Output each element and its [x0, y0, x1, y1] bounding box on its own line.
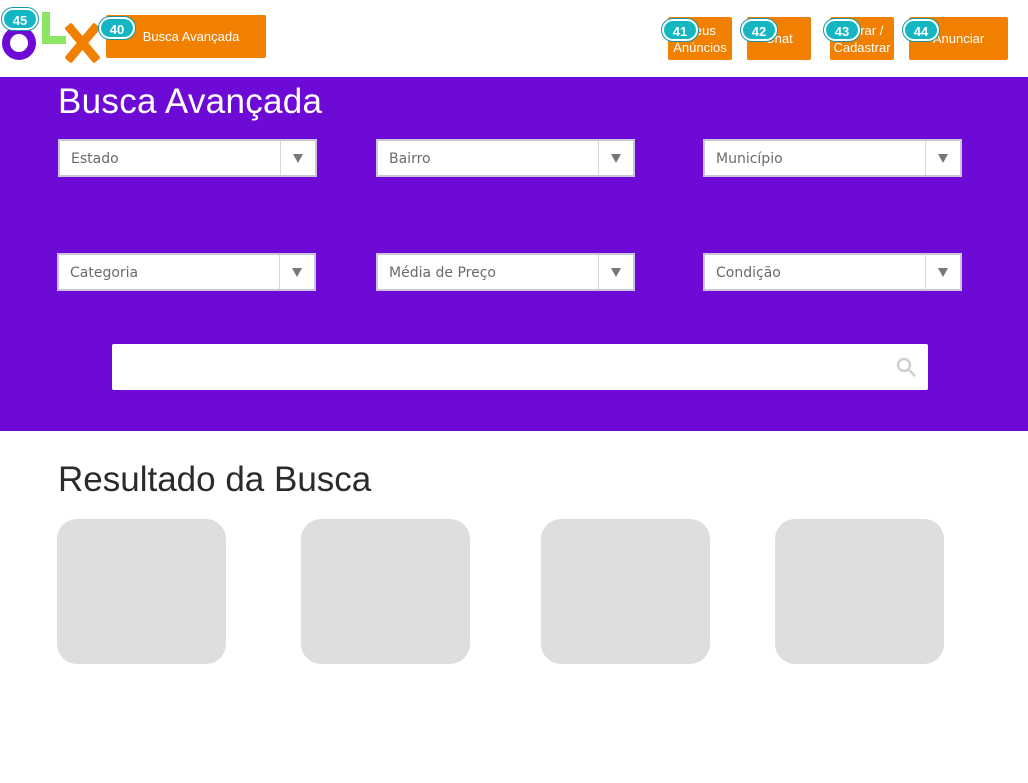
categoria-select[interactable]: Categoria [57, 253, 316, 291]
anunciar-label: Anunciar [932, 31, 985, 46]
condicao-select[interactable]: Condição [703, 253, 962, 291]
results-title: Resultado da Busca [58, 460, 372, 499]
bairro-select[interactable]: Bairro [376, 139, 635, 177]
bairro-dropdown-toggle[interactable] [598, 141, 633, 175]
search-input[interactable] [112, 344, 882, 390]
bairro-select-label: Bairro [389, 151, 431, 167]
result-card[interactable] [541, 519, 710, 664]
search-bar [112, 344, 928, 390]
municipio-select[interactable]: Município [703, 139, 962, 177]
media-preco-select[interactable]: Média de Preço [376, 253, 635, 291]
entrar-badge: 43 [824, 19, 860, 41]
logo-l-icon [42, 36, 66, 44]
top-header: 45 Busca Avançada 40 Meus Anúncios 41 Ch… [0, 0, 1028, 77]
categoria-dropdown-toggle[interactable] [279, 255, 314, 289]
condicao-dropdown-toggle[interactable] [925, 255, 960, 289]
chevron-down-icon [292, 267, 302, 277]
result-card[interactable] [775, 519, 944, 664]
estado-dropdown-toggle[interactable] [280, 141, 315, 175]
search-icon[interactable] [896, 357, 916, 377]
result-card[interactable] [301, 519, 470, 664]
logo-badge: 45 [2, 8, 38, 30]
meus-anuncios-badge: 41 [662, 19, 698, 41]
municipio-dropdown-toggle[interactable] [925, 141, 960, 175]
media-preco-select-label: Média de Preço [389, 265, 496, 281]
chevron-down-icon [293, 153, 303, 163]
advanced-search-panel: Busca Avançada Estado Bairro Município C… [0, 77, 1028, 431]
result-card[interactable] [57, 519, 226, 664]
media-preco-dropdown-toggle[interactable] [598, 255, 633, 289]
chevron-down-icon [611, 153, 621, 163]
chevron-down-icon [938, 153, 948, 163]
anunciar-badge: 44 [903, 19, 939, 41]
estado-select[interactable]: Estado [58, 139, 317, 177]
municipio-select-label: Município [716, 151, 783, 167]
condicao-select-label: Condição [716, 265, 781, 281]
page-title: Busca Avançada [58, 82, 323, 121]
chevron-down-icon [611, 267, 621, 277]
estado-select-label: Estado [71, 151, 119, 167]
chevron-down-icon [938, 267, 948, 277]
busca-avancada-label: Busca Avançada [142, 29, 240, 44]
categoria-select-label: Categoria [70, 265, 139, 281]
chat-badge: 42 [741, 19, 777, 41]
busca-avancada-badge: 40 [99, 17, 135, 39]
